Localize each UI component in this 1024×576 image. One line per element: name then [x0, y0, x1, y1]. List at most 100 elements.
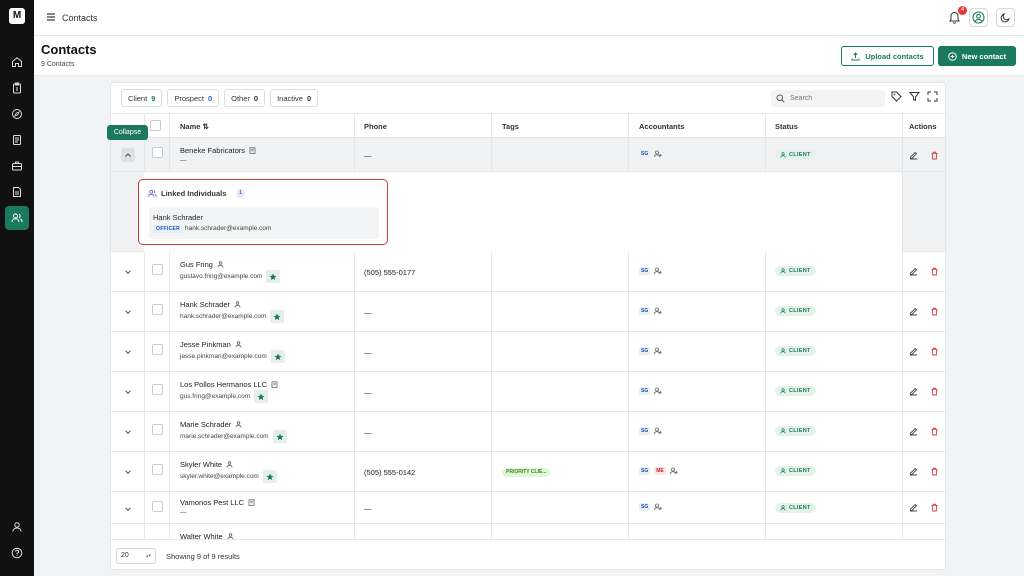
accountant-avatar[interactable]: ME [654, 467, 666, 475]
accountant-avatar[interactable]: SG [639, 387, 651, 395]
favorite-button[interactable] [262, 470, 277, 483]
edit-icon[interactable] [909, 267, 918, 276]
trash-icon[interactable] [930, 307, 939, 316]
tag-badge[interactable]: PRIORITY CLIE... [502, 468, 551, 477]
row-checkbox[interactable] [152, 344, 163, 355]
expand-icon[interactable] [927, 91, 938, 102]
linked-individual-card[interactable]: Hank Schrader OFFICER hank.schrader@exam… [149, 207, 379, 239]
filter-other[interactable]: Other 0 [224, 89, 266, 107]
add-user-icon[interactable] [669, 467, 678, 475]
table-row[interactable]: Gus Fring gustavo.fring@example.com (505… [111, 252, 945, 292]
contact-name[interactable]: Jesse Pinkman [180, 340, 242, 349]
accountant-avatar[interactable]: SG [639, 427, 651, 435]
new-contact-button[interactable]: New contact [938, 46, 1016, 66]
expand-button[interactable] [121, 345, 135, 359]
filter-icon[interactable] [909, 91, 920, 102]
expand-button[interactable] [121, 305, 135, 319]
contact-name[interactable]: Hank Schrader [180, 300, 241, 309]
edit-icon[interactable] [909, 427, 918, 436]
edit-icon[interactable] [909, 151, 918, 160]
expand-button[interactable] [121, 265, 135, 279]
sidebar-item-briefcase[interactable] [5, 154, 29, 178]
add-user-icon[interactable] [654, 427, 662, 435]
tag-icon[interactable] [891, 91, 902, 102]
sidebar-item-documents[interactable] [5, 128, 29, 152]
menu-icon[interactable] [46, 12, 56, 22]
table-row[interactable]: Jesse Pinkman jesse.pinkman@example.com … [111, 332, 945, 372]
favorite-button[interactable] [270, 350, 285, 363]
table-row[interactable]: Marie Schrader marie.schrader@example.co… [111, 412, 945, 452]
table-row[interactable]: Los Pollos Hermanos LLC gus.fring@exampl… [111, 372, 945, 412]
row-checkbox[interactable] [152, 384, 163, 395]
edit-icon[interactable] [909, 503, 918, 512]
expand-button[interactable] [121, 502, 135, 516]
trash-icon[interactable] [930, 503, 939, 512]
sidebar-item-home[interactable] [5, 50, 29, 74]
trash-icon[interactable] [930, 387, 939, 396]
row-checkbox[interactable] [152, 264, 163, 275]
sidebar-item-clipboard[interactable] [5, 76, 29, 100]
contact-name[interactable]: Beneke Fabricators [180, 146, 256, 155]
collapse-button[interactable] [121, 148, 135, 162]
row-checkbox[interactable] [152, 501, 163, 512]
select-all-checkbox[interactable] [150, 120, 161, 131]
table-row[interactable]: Skyler White skyler.white@example.com (5… [111, 452, 945, 492]
page-size-select[interactable]: 20 ▴▾ [116, 548, 156, 564]
profile-button[interactable] [969, 8, 988, 27]
row-checkbox[interactable] [152, 304, 163, 315]
row-checkbox[interactable] [152, 464, 163, 475]
search-input[interactable] [790, 95, 880, 102]
favorite-button[interactable] [266, 270, 281, 283]
sidebar-item-files[interactable] [5, 180, 29, 204]
trash-icon[interactable] [930, 347, 939, 356]
app-logo[interactable]: M [9, 8, 25, 24]
upload-contacts-button[interactable]: Upload contacts [841, 46, 934, 66]
sidebar-item-help[interactable] [5, 541, 29, 565]
filter-client[interactable]: Client 9 [121, 89, 163, 107]
contact-phone: — [364, 151, 372, 160]
contact-name[interactable]: Marie Schrader [180, 420, 242, 429]
accountant-avatar[interactable]: SG [639, 467, 651, 475]
expand-button[interactable] [121, 425, 135, 439]
accountant-avatar[interactable]: SG [639, 267, 651, 275]
column-name[interactable]: Name ⇅ [180, 122, 209, 131]
row-checkbox[interactable] [152, 147, 163, 158]
favorite-button[interactable] [254, 390, 269, 403]
expand-button[interactable] [121, 465, 135, 479]
expand-button[interactable] [121, 385, 135, 399]
sidebar-item-compass[interactable] [5, 102, 29, 126]
add-user-icon[interactable] [654, 150, 662, 158]
table-row[interactable]: Beneke Fabricators — — SG CLIENT [111, 138, 945, 172]
edit-icon[interactable] [909, 467, 918, 476]
theme-toggle-button[interactable] [996, 8, 1015, 27]
add-user-icon[interactable] [654, 347, 662, 355]
accountant-avatar[interactable]: SG [639, 347, 651, 355]
contact-name[interactable]: Vamonos Pest LLC [180, 498, 255, 507]
contact-name[interactable]: Los Pollos Hermanos LLC [180, 380, 278, 389]
trash-icon[interactable] [930, 267, 939, 276]
favorite-button[interactable] [270, 310, 285, 323]
add-user-icon[interactable] [654, 387, 662, 395]
trash-icon[interactable] [930, 427, 939, 436]
accountant-avatar[interactable]: SG [639, 503, 651, 511]
trash-icon[interactable] [930, 151, 939, 160]
sidebar-item-profile[interactable] [5, 515, 29, 539]
filter-inactive[interactable]: Inactive 0 [270, 89, 319, 107]
sidebar-item-contacts[interactable] [5, 206, 29, 230]
edit-icon[interactable] [909, 307, 918, 316]
add-user-icon[interactable] [654, 503, 662, 511]
add-user-icon[interactable] [654, 267, 662, 275]
trash-icon[interactable] [930, 467, 939, 476]
accountant-avatar[interactable]: SG [639, 307, 651, 315]
contact-name[interactable]: Skyler White [180, 460, 233, 469]
contact-name[interactable]: Gus Fring [180, 260, 224, 269]
filter-prospect[interactable]: Prospect 0 [167, 89, 220, 107]
accountant-avatar[interactable]: SG [639, 150, 651, 158]
table-row[interactable]: Vamonos Pest LLC — — SG CLIENT [111, 492, 945, 524]
edit-icon[interactable] [909, 387, 918, 396]
add-user-icon[interactable] [654, 307, 662, 315]
edit-icon[interactable] [909, 347, 918, 356]
row-checkbox[interactable] [152, 424, 163, 435]
favorite-button[interactable] [272, 430, 287, 443]
table-row[interactable]: Hank Schrader hank.schrader@example.com … [111, 292, 945, 332]
